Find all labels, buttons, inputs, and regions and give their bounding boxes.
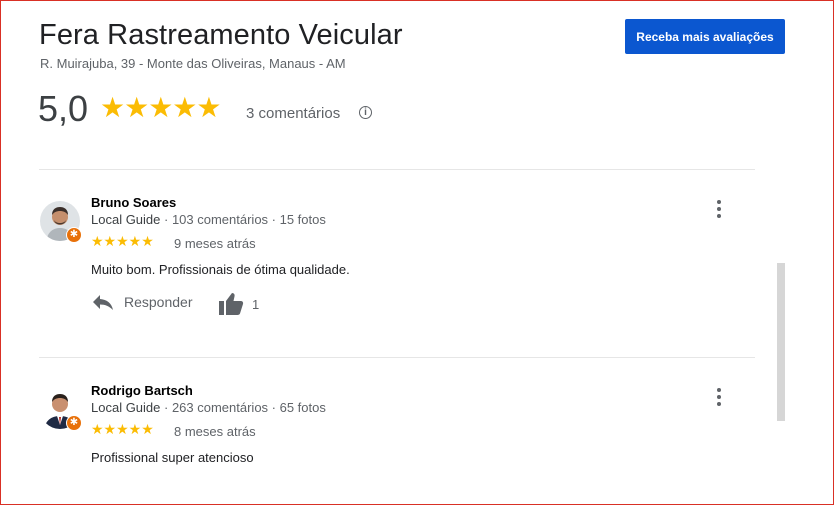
review-stars: ★★★★★ — [91, 233, 154, 249]
like-count: 1 — [252, 296, 260, 312]
overall-stars: ★★★★★ — [100, 92, 222, 123]
get-more-reviews-button[interactable]: Receba mais avaliações — [625, 19, 785, 54]
review-date: 9 meses atrás — [174, 236, 256, 251]
divider — [39, 169, 755, 170]
reply-button[interactable]: Responder — [92, 294, 193, 310]
reviewer-stats: · 263 comentários · 65 fotos — [160, 400, 326, 415]
review-text: Muito bom. Profissionais de ótima qualid… — [91, 262, 350, 277]
local-guide-label: Local Guide — [91, 212, 161, 227]
review-stars: ★★★★★ — [91, 421, 154, 437]
reply-icon — [93, 295, 113, 310]
local-guide-badge-icon: ✱ — [66, 227, 82, 243]
reviews-count: 3 comentários — [246, 105, 341, 122]
reviewer-meta: Local Guide · 263 comentários · 65 fotos — [91, 400, 326, 415]
local-guide-label: Local Guide — [91, 400, 161, 415]
more-options-icon[interactable] — [710, 197, 728, 221]
reviewer-meta: Local Guide · 103 comentários · 15 fotos — [91, 212, 326, 227]
overall-rating: 5,0 — [38, 88, 89, 129]
reply-label: Responder — [124, 294, 193, 310]
review-text: Profissional super atencioso — [91, 450, 254, 465]
reviewer-name[interactable]: Rodrigo Bartsch — [91, 383, 193, 398]
local-guide-badge-icon: ✱ — [66, 415, 82, 431]
business-address: R. Muirajuba, 39 - Monte das Oliveiras, … — [40, 56, 346, 71]
more-options-icon[interactable] — [710, 385, 728, 409]
divider — [39, 357, 755, 358]
page-title: Fera Rastreamento Veicular — [39, 19, 403, 51]
reviewer-stats: · 103 comentários · 15 fotos — [160, 212, 326, 227]
review-date: 8 meses atrás — [174, 424, 256, 439]
like-button[interactable]: 1 — [218, 292, 259, 316]
scrollbar[interactable] — [777, 263, 785, 421]
thumbs-up-icon — [219, 293, 244, 315]
reviewer-name[interactable]: Bruno Soares — [91, 195, 176, 210]
info-icon[interactable]: i — [359, 106, 372, 119]
